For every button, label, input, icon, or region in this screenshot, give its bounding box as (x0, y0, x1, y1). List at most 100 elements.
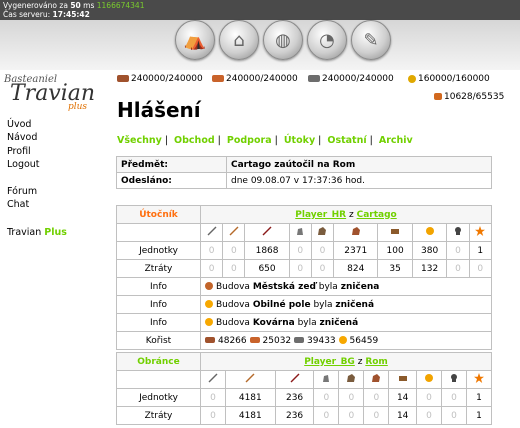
unit-icon-6 (333, 223, 379, 242)
attacker-loss-count: 132 (411, 259, 448, 278)
travian-plus-logo[interactable]: Basteaniel Travian plus (4, 74, 95, 112)
units-label: Jednotky (116, 241, 201, 260)
city-wall-icon (205, 282, 213, 290)
sidebar-item-home[interactable]: Úvod (7, 118, 67, 131)
defender-unit-count: 0 (441, 388, 467, 407)
tab-support[interactable]: Podpora (227, 135, 272, 146)
defender-unit-count: 14 (388, 388, 418, 407)
attacker-player-link[interactable]: Player_HR (295, 210, 346, 220)
cropland-icon (205, 300, 213, 308)
unit-icon-9 (446, 223, 470, 242)
unit-icon-2 (222, 223, 246, 242)
reports-icon[interactable]: ✎ (351, 20, 391, 60)
logo-plus-text: plus (68, 102, 88, 112)
defender-player-link[interactable]: Player_BG (304, 357, 355, 367)
iron-icon (308, 75, 320, 82)
sent-label: Odesláno: (116, 172, 227, 189)
bounty-values: 48266 25032 39433 56459 (200, 331, 492, 350)
sidebar-item-logout[interactable]: Logout (7, 158, 67, 171)
crop-icon (338, 336, 347, 344)
unit-icon-8 (411, 223, 448, 242)
unit-icon-3 (244, 223, 290, 242)
tab-trade[interactable]: Obchod (174, 135, 215, 146)
attacker-loss-count: 0 (310, 259, 335, 278)
sidebar-item-forum[interactable]: Fórum (7, 185, 67, 198)
attacker-loss-count: 824 (333, 259, 379, 278)
unit-icon-4 (313, 370, 340, 389)
defender-loss-count: 0 (338, 406, 365, 425)
defender-unit-count: 0 (200, 388, 226, 407)
unit-icon-10 (468, 223, 493, 242)
attacker-unit-count: 0 (199, 241, 224, 260)
unit-icon-7 (388, 370, 418, 389)
attacker-unit-count: 1 (468, 241, 493, 260)
info-row: Info Budova Městská zeď byla zničena (116, 277, 492, 296)
sidebar-item-profile[interactable]: Profil (7, 145, 67, 158)
page-title: Hlášení (117, 98, 201, 122)
village-center-icon[interactable]: ⌂ (219, 20, 259, 60)
defender-loss-count: 14 (388, 406, 418, 425)
unit-icon-2 (224, 370, 276, 389)
attacker-unit-count: 0 (446, 241, 470, 260)
wood-icon (205, 337, 215, 343)
defender-unit-count: 0 (313, 388, 340, 407)
defender-unit-count: 0 (363, 388, 390, 407)
attacker-losses-row: Ztráty 0 0 650 0 0 824 35 132 0 0 (116, 259, 493, 278)
resource-consumption: 10628/65535 (434, 92, 504, 102)
attacker-loss-count: 0 (199, 259, 224, 278)
defender-table: Obránce Player_BG z Rom Jednotky 0 4181 … (116, 352, 493, 425)
tab-all[interactable]: Všechny (117, 135, 162, 146)
village-overview-icon[interactable]: ⛺ (175, 20, 215, 60)
unit-icon-3 (274, 370, 315, 389)
attacker-unit-icons-row (116, 223, 493, 242)
unit-icon-6 (363, 370, 390, 389)
attacker-loss-count: 35 (377, 259, 413, 278)
tab-archive[interactable]: Archiv (379, 135, 413, 146)
defender-unit-count: 0 (338, 388, 365, 407)
attacker-heading: Player_HR z Cartago (200, 205, 492, 224)
statistics-icon[interactable]: ◔ (307, 20, 347, 60)
sidebar-item-chat[interactable]: Chat (7, 198, 67, 211)
attacker-unit-count: 0 (310, 241, 335, 260)
attacker-unit-count: 1868 (244, 241, 290, 260)
defender-loss-count: 0 (363, 406, 390, 425)
resource-wood: 240000/240000 (117, 74, 203, 84)
tab-other[interactable]: Ostatní (327, 135, 366, 146)
attacker-village-link[interactable]: Cartago (357, 210, 397, 220)
resource-crop: 160000/160000 (408, 74, 490, 84)
subject-label: Předmět: (116, 156, 227, 173)
smithy-icon (205, 318, 213, 326)
sidebar: Úvod Návod Profil Logout Fórum Chat Trav… (7, 118, 67, 239)
unit-icon-10 (465, 370, 493, 389)
wood-icon (117, 75, 129, 82)
attacker-unit-count: 380 (411, 241, 448, 260)
defender-village-link[interactable]: Rom (365, 357, 388, 367)
sent-value: dne 09.08.07 v 17:37:36 hod. (226, 172, 492, 189)
attacker-loss-count: 0 (288, 259, 312, 278)
consumption-icon (434, 93, 442, 100)
attacker-units-row: Jednotky 0 0 1868 0 0 2371 100 380 0 1 (116, 241, 493, 260)
defender-loss-count: 1 (465, 406, 493, 425)
sidebar-item-travian-plus[interactable]: Travian Plus (7, 226, 67, 239)
tab-attacks[interactable]: Útoky (284, 135, 315, 146)
defender-loss-count: 236 (274, 406, 315, 425)
unit-icon-9 (441, 370, 467, 389)
sidebar-item-manual[interactable]: Návod (7, 131, 67, 144)
info-label: Info (116, 313, 201, 332)
attacker-unit-count: 0 (222, 241, 246, 260)
info-text: Budova Městská zeď byla zničena (200, 277, 492, 296)
defender-units-row: Jednotky 0 4181 236 0 0 0 14 0 0 1 (116, 388, 493, 407)
attacker-loss-count: 0 (222, 259, 246, 278)
map-icon[interactable]: ◍ (263, 20, 303, 60)
info-label: Info (116, 295, 201, 314)
attacker-role: Útočník (116, 205, 201, 224)
bounty-row: Kořist 48266 25032 39433 56459 (116, 331, 492, 350)
units-label: Jednotky (116, 388, 201, 407)
attacker-loss-count: 0 (468, 259, 493, 278)
defender-heading: Player_BG z Rom (200, 352, 492, 371)
report-header-table: Předmět: Cartago zaútočil na Rom Odeslán… (116, 156, 492, 189)
attacker-table: Útočník Player_HR z Cartago Jednotky 0 0… (116, 205, 493, 350)
clay-icon (249, 337, 260, 343)
defender-loss-count: 4181 (224, 406, 276, 425)
bounty-label: Kořist (116, 331, 201, 350)
